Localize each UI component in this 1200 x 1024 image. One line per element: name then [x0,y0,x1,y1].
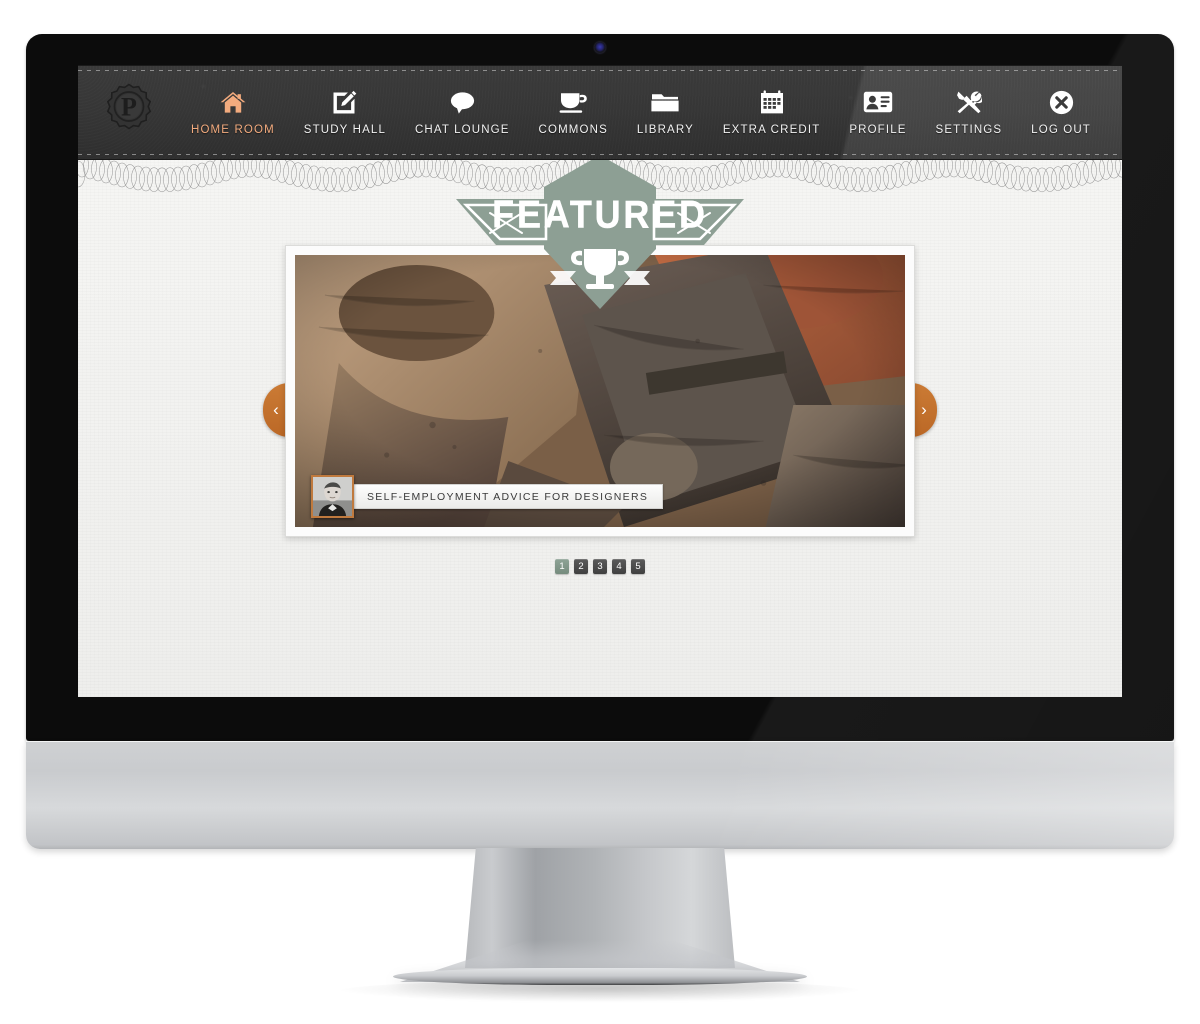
nav-item-library[interactable]: LIBRARY [634,87,697,136]
monitor-stand-base [393,968,807,985]
close-circle-icon [1049,87,1074,117]
nav-item-label: SETTINGS [935,124,1003,136]
author-avatar[interactable] [311,475,354,518]
nav-item-settings[interactable]: SETTINGS [933,87,1006,136]
webcam-icon [594,42,606,53]
pager-dot-2[interactable]: 2 [574,559,588,574]
slide-title: SELF-EMPLOYMENT ADVICE FOR DESIGNERS [350,484,664,509]
nav-item-profile[interactable]: PROFILE [846,87,909,136]
top-navigation-bar: P HOME ROOM STUDY HALL CHAT LOUNGE COMMO… [78,65,1122,160]
svg-text:P: P [121,92,137,121]
speech-bubble-icon [449,87,476,117]
nav-item-log-out[interactable]: LOG OUT [1028,87,1094,136]
coffee-cup-icon [559,87,588,117]
nav-item-label: EXTRA CREDIT [722,124,821,136]
id-card-icon [863,87,893,117]
nav-item-label: PROFILE [849,124,907,136]
monitor-screen: P HOME ROOM STUDY HALL CHAT LOUNGE COMMO… [78,65,1122,697]
chevron-left-icon: ‹ [273,399,279,419]
nav-item-label: LIBRARY [636,124,694,136]
pager-dot-1[interactable]: 1 [555,559,569,574]
home-icon [220,87,246,117]
slide-caption: SELF-EMPLOYMENT ADVICE FOR DESIGNERS [311,475,664,518]
pager-dot-3[interactable]: 3 [593,559,607,574]
nav-item-label: LOG OUT [1031,124,1091,136]
featured-slide-frame[interactable]: SELF-EMPLOYMENT ADVICE FOR DESIGNERS FEA… [285,155,915,537]
nav-item-list: HOME ROOM STUDY HALL CHAT LOUNGE COMMONS… [188,89,1098,136]
folder-icon [651,87,679,117]
featured-photo[interactable]: SELF-EMPLOYMENT ADVICE FOR DESIGNERS [295,255,905,527]
seal-logo[interactable]: P [100,82,158,140]
nav-item-extra-credit[interactable]: EXTRA CREDIT [720,87,824,136]
featured-carousel: ‹ › SELF-EMPLOYMENT ADVICE FOR DESIGNERS… [263,155,937,574]
nav-item-chat-lounge[interactable]: CHAT LOUNGE [412,87,513,136]
nav-item-home-room[interactable]: HOME ROOM [188,87,278,136]
nav-item-label: HOME ROOM [191,124,275,136]
screenshot-stage: P HOME ROOM STUDY HALL CHAT LOUNGE COMMO… [0,0,1200,1024]
nav-item-commons[interactable]: COMMONS [536,87,611,136]
tools-icon [956,87,982,117]
chin-glare [26,741,1174,849]
carousel-pagination: 1 2 3 4 5 [285,559,915,574]
pencil-note-icon [332,87,357,117]
nav-item-study-hall[interactable]: STUDY HALL [301,87,389,136]
nav-item-label: COMMONS [538,124,608,136]
main-content: ‹ › SELF-EMPLOYMENT ADVICE FOR DESIGNERS… [78,155,1122,697]
chevron-right-icon: › [921,399,927,419]
pager-dot-4[interactable]: 4 [612,559,626,574]
nav-item-label: STUDY HALL [303,124,386,136]
monitor-chin [26,741,1174,849]
calendar-icon [760,87,784,117]
guilloche-divider [78,160,1122,206]
nav-item-label: CHAT LOUNGE [414,124,510,136]
pager-dot-5[interactable]: 5 [631,559,645,574]
